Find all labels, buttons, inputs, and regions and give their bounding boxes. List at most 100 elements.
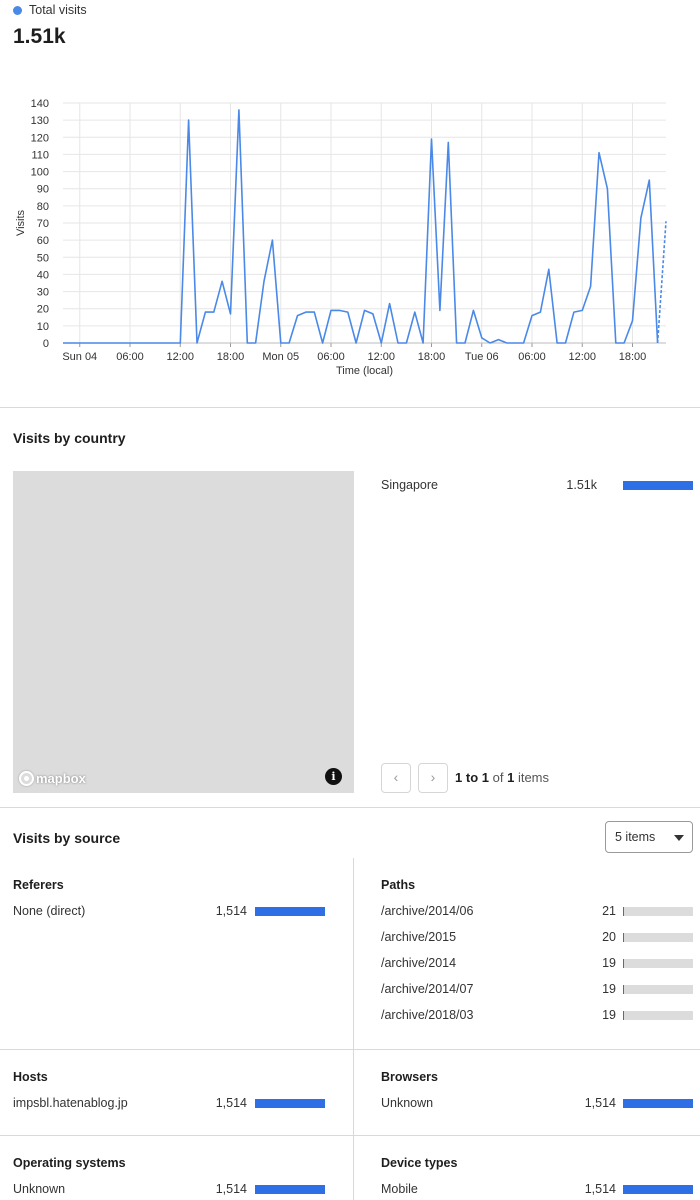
section-divider xyxy=(0,807,700,808)
y-tick-label: 20 xyxy=(37,304,49,316)
paths-title: Paths xyxy=(381,878,416,892)
y-axis-label: Visits xyxy=(15,209,27,236)
path-value: 21 xyxy=(602,904,616,918)
path-bar-track xyxy=(623,933,693,942)
total-visits-label: Total visits xyxy=(29,3,87,17)
x-tick-label: 12:00 xyxy=(367,351,395,363)
chevron-down-icon xyxy=(674,835,684,841)
device-bar xyxy=(623,1185,693,1194)
section-divider xyxy=(0,407,700,408)
pagination-items-word: items xyxy=(517,770,550,785)
path-value: 19 xyxy=(602,1008,616,1022)
x-tick-label: 12:00 xyxy=(166,351,194,363)
prev-page-button[interactable]: ‹ xyxy=(381,763,411,793)
x-tick-label: 12:00 xyxy=(568,351,596,363)
path-bar xyxy=(623,1011,624,1020)
x-axis-label: Time (local) xyxy=(336,365,393,377)
path-bar xyxy=(623,959,624,968)
os-row: Unknown 1,514 xyxy=(13,1182,325,1198)
path-bar-track xyxy=(623,1011,693,1020)
path-value: 19 xyxy=(602,956,616,970)
y-tick-label: 10 xyxy=(37,321,49,333)
path-bar-track xyxy=(623,985,693,994)
path-value: 19 xyxy=(602,982,616,996)
x-tick-label: 06:00 xyxy=(317,351,345,363)
path-value: 20 xyxy=(602,930,616,944)
browser-label: Unknown xyxy=(381,1096,434,1110)
series-line-projection xyxy=(656,221,667,344)
os-value: 1,514 xyxy=(215,1182,247,1196)
x-tick-label: Sun 04 xyxy=(62,351,97,363)
host-label: impsbl.hatenablog.jp xyxy=(13,1096,128,1110)
browser-bar-track xyxy=(623,1099,693,1108)
x-tick-label: 18:00 xyxy=(418,351,446,363)
hosts-title: Hosts xyxy=(13,1070,48,1084)
path-row: /archive/2018/03 19 xyxy=(381,1008,693,1024)
os-bar xyxy=(255,1185,325,1194)
path-bar xyxy=(623,985,624,994)
y-tick-label: 90 xyxy=(37,184,49,196)
path-bar-track xyxy=(623,907,693,916)
country-row: Singapore 1.51k xyxy=(381,478,693,494)
country-map[interactable]: mapbox i xyxy=(13,471,354,793)
series-line xyxy=(63,109,659,344)
total-visits-value: 1.51k xyxy=(13,25,66,48)
x-tick-label: 18:00 xyxy=(619,351,647,363)
total-visits-legend[interactable]: Total visits xyxy=(13,3,87,17)
next-page-button[interactable]: › xyxy=(418,763,448,793)
device-bar-track xyxy=(623,1185,693,1194)
map-info-icon[interactable]: i xyxy=(325,768,342,785)
device-label: Mobile xyxy=(381,1182,418,1196)
y-tick-label: 40 xyxy=(37,269,49,281)
host-row: impsbl.hatenablog.jp 1,514 xyxy=(13,1096,325,1112)
referer-label: None (direct) xyxy=(13,904,86,918)
mapbox-logo[interactable]: mapbox xyxy=(19,771,86,786)
device-value: 1,514 xyxy=(584,1182,616,1196)
series-dot-icon xyxy=(13,5,22,15)
visits-line-chart: 0 10 20 30 40 50 60 70 80 90 100 110 120 130 140 Sun 04… xyxy=(15,98,667,377)
path-row: /archive/2014/07 19 xyxy=(381,982,693,998)
path-row: /archive/2014/06 21 xyxy=(381,904,693,920)
mapbox-logo-text: mapbox xyxy=(36,771,86,786)
referer-value: 1,514 xyxy=(215,904,247,918)
y-tick-label: 140 xyxy=(31,98,49,110)
path-bar-track xyxy=(623,959,693,968)
x-tick-label: 18:00 xyxy=(217,351,245,363)
path-row: /archive/2015 20 xyxy=(381,930,693,946)
referer-row: None (direct) 1,514 xyxy=(13,904,325,920)
pagination-to: 1 xyxy=(481,770,489,785)
path-bar xyxy=(623,933,624,942)
y-tick-label: 30 xyxy=(37,287,49,299)
pagination-of-word: of xyxy=(492,770,504,785)
country-name: Singapore xyxy=(381,478,438,492)
os-label: Unknown xyxy=(13,1182,66,1196)
y-tick-label: 0 xyxy=(43,338,49,350)
path-label: /archive/2014/07 xyxy=(381,982,474,996)
y-tick-label: 100 xyxy=(31,167,49,179)
path-label: /archive/2014/06 xyxy=(381,904,474,918)
pagination-total: 1 xyxy=(507,770,515,785)
os-bar-track xyxy=(255,1185,325,1194)
host-value: 1,514 xyxy=(215,1096,247,1110)
source-section-title: Visits by source xyxy=(13,830,121,846)
path-label: /archive/2018/03 xyxy=(381,1008,474,1022)
device-row: Mobile 1,514 xyxy=(381,1182,693,1198)
mapbox-logo-icon xyxy=(19,771,34,786)
items-count-select[interactable]: 5 items xyxy=(605,821,693,853)
pagination-from: 1 xyxy=(455,770,463,785)
os-title: Operating systems xyxy=(13,1156,126,1170)
x-tick-label: 06:00 xyxy=(116,351,144,363)
section-divider xyxy=(0,1049,700,1050)
y-tick-label: 130 xyxy=(31,115,49,127)
y-tick-label: 80 xyxy=(37,201,49,213)
browser-row: Unknown 1,514 xyxy=(381,1096,693,1112)
browser-value: 1,514 xyxy=(584,1096,616,1110)
browsers-title: Browsers xyxy=(381,1070,438,1084)
pagination-summary: 1 to 1 of 1 items xyxy=(455,770,549,785)
path-row: /archive/2014 19 xyxy=(381,956,693,972)
section-divider xyxy=(0,1135,700,1136)
country-section-title: Visits by country xyxy=(13,430,126,446)
items-count-value: 5 items xyxy=(615,830,656,844)
y-tick-label: 50 xyxy=(37,252,49,264)
x-tick-label: Tue 06 xyxy=(465,351,499,363)
